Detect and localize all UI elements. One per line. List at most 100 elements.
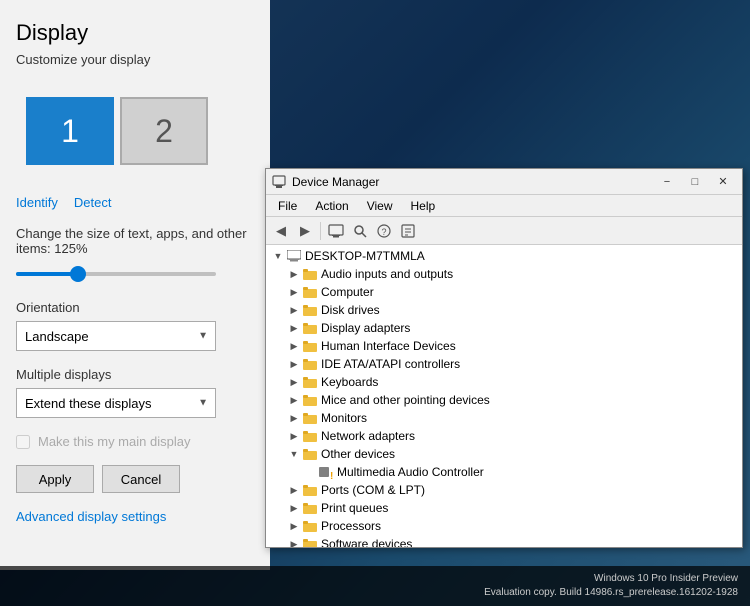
toolbar-computer[interactable] xyxy=(325,220,347,242)
minimize-button[interactable]: − xyxy=(654,173,680,191)
tree-item-label: Keyboards xyxy=(321,375,378,389)
tree-item-label: Display adapters xyxy=(321,321,410,335)
folder-icon xyxy=(302,410,318,426)
list-item[interactable]: ▶ Ports (COM & LPT) xyxy=(266,481,742,499)
folder-icon xyxy=(302,374,318,390)
maximize-button[interactable]: □ xyxy=(682,173,708,191)
folder-icon xyxy=(302,338,318,354)
cancel-button[interactable]: Cancel xyxy=(102,465,180,493)
tree-item-label: Monitors xyxy=(321,411,367,425)
expand-icon: ▶ xyxy=(286,410,302,426)
folder-icon xyxy=(302,284,318,300)
identify-button[interactable]: Identify xyxy=(16,195,58,210)
expand-icon: ▶ xyxy=(286,302,302,318)
close-button[interactable]: ✕ xyxy=(710,173,736,191)
expand-icon: ▼ xyxy=(286,446,302,462)
expand-icon: ▶ xyxy=(286,338,302,354)
tree-item-label: Computer xyxy=(321,285,374,299)
root-computer-name: DESKTOP-M7TMMLA xyxy=(305,249,425,263)
list-item[interactable]: ▶ Computer xyxy=(266,283,742,301)
os-info: Windows 10 Pro Insider Preview xyxy=(484,572,738,586)
monitor-1[interactable]: 1 xyxy=(26,97,114,165)
device-manager-titlebar: Device Manager − □ ✕ xyxy=(266,169,742,195)
folder-icon xyxy=(302,500,318,516)
folder-icon xyxy=(302,518,318,534)
properties-toolbar-icon xyxy=(401,224,415,238)
device-manager-window: Device Manager − □ ✕ File Action View He… xyxy=(265,168,743,548)
list-item[interactable]: ▶ Network adapters xyxy=(266,427,742,445)
root-computer-icon xyxy=(286,248,302,264)
expand-icon: ▶ xyxy=(286,392,302,408)
list-item[interactable]: ▶ Mice and other pointing devices xyxy=(266,391,742,409)
menu-action[interactable]: Action xyxy=(307,197,356,215)
settings-subtitle: Customize your display xyxy=(16,52,254,67)
main-display-row: Make this my main display xyxy=(16,434,254,449)
tree-item-label: Multimedia Audio Controller xyxy=(337,465,484,479)
search-toolbar-icon xyxy=(353,224,367,238)
toolbar-forward[interactable]: ▶ xyxy=(294,220,316,242)
tree-item-label: IDE ATA/ATAPI controllers xyxy=(321,357,460,371)
window-controls: − □ ✕ xyxy=(654,173,736,191)
device-manager-tree[interactable]: ▼ DESKTOP-M7TMMLA ▶ Audio inputs and out… xyxy=(266,245,742,547)
folder-icon xyxy=(302,428,318,444)
expand-icon: ▶ xyxy=(286,482,302,498)
tree-root[interactable]: ▼ DESKTOP-M7TMMLA xyxy=(266,247,742,265)
titlebar-left: Device Manager xyxy=(272,175,379,189)
list-item[interactable]: ▶ Monitors xyxy=(266,409,742,427)
list-item[interactable]: ▶ IDE ATA/ATAPI controllers xyxy=(266,355,742,373)
list-item[interactable]: ▶ Print queues xyxy=(266,499,742,517)
orientation-dropdown-wrapper: Landscape Portrait Landscape (flipped) P… xyxy=(16,321,216,351)
orientation-label: Orientation xyxy=(16,300,254,315)
main-display-checkbox[interactable] xyxy=(16,435,30,449)
folder-icon xyxy=(302,266,318,282)
list-item[interactable]: ▼ Other devices xyxy=(266,445,742,463)
toolbar-properties[interactable] xyxy=(397,220,419,242)
multiple-displays-section: Multiple displays Extend these displays … xyxy=(16,367,254,418)
computer-toolbar-icon xyxy=(328,224,344,238)
apply-button[interactable]: Apply xyxy=(16,465,94,493)
advanced-display-link[interactable]: Advanced display settings xyxy=(16,509,166,524)
monitor-2-label: 2 xyxy=(155,113,173,150)
folder-icon xyxy=(302,536,318,547)
toolbar-search[interactable] xyxy=(349,220,371,242)
list-item[interactable]: ▶ Keyboards xyxy=(266,373,742,391)
list-item[interactable]: ▶ Processors xyxy=(266,517,742,535)
list-item[interactable]: ▶ Disk drives xyxy=(266,301,742,319)
page-title: Display xyxy=(16,20,254,46)
folder-icon xyxy=(302,356,318,372)
tree-item-label: Other devices xyxy=(321,447,395,461)
toolbar-help[interactable]: ? xyxy=(373,220,395,242)
svg-text:!: ! xyxy=(330,471,333,479)
multiple-displays-select[interactable]: Extend these displays Duplicate these di… xyxy=(16,388,216,418)
expand-icon: ▶ xyxy=(286,374,302,390)
slider-thumb[interactable] xyxy=(70,266,86,282)
settings-panel: Display Customize your display 1 2 Ident… xyxy=(0,0,270,570)
expand-icon: ▶ xyxy=(286,536,302,547)
taskbar: Windows 10 Pro Insider Preview Evaluatio… xyxy=(0,566,750,606)
expand-icon: ▶ xyxy=(286,356,302,372)
folder-icon xyxy=(302,446,318,462)
tree-item-label: Disk drives xyxy=(321,303,380,317)
list-item[interactable]: ▶ Audio inputs and outputs xyxy=(266,265,742,283)
folder-icon xyxy=(302,392,318,408)
monitor-2[interactable]: 2 xyxy=(120,97,208,165)
orientation-select[interactable]: Landscape Portrait Landscape (flipped) P… xyxy=(16,321,216,351)
menu-view[interactable]: View xyxy=(359,197,401,215)
identify-detect-row: Identify Detect xyxy=(16,195,254,210)
list-item[interactable]: ▶ Human Interface Devices xyxy=(266,337,742,355)
expand-icon: ▶ xyxy=(286,518,302,534)
list-item[interactable]: ▶ ! Multimedia Audio Controller xyxy=(266,463,742,481)
monitor-1-label: 1 xyxy=(61,113,79,150)
list-item[interactable]: ▶ Display adapters xyxy=(266,319,742,337)
device-manager-icon xyxy=(272,175,286,189)
menu-help[interactable]: Help xyxy=(403,197,444,215)
expand-icon: ▶ xyxy=(286,320,302,336)
tree-item-label: Mice and other pointing devices xyxy=(321,393,490,407)
menu-file[interactable]: File xyxy=(270,197,305,215)
detect-button[interactable]: Detect xyxy=(74,195,112,210)
text-size-slider[interactable] xyxy=(16,264,216,284)
toolbar-back[interactable]: ◀ xyxy=(270,220,292,242)
list-item[interactable]: ▶ Software devices xyxy=(266,535,742,547)
build-info: Evaluation copy. Build 14986.rs_prerelea… xyxy=(484,586,738,600)
device-manager-title: Device Manager xyxy=(292,175,379,189)
